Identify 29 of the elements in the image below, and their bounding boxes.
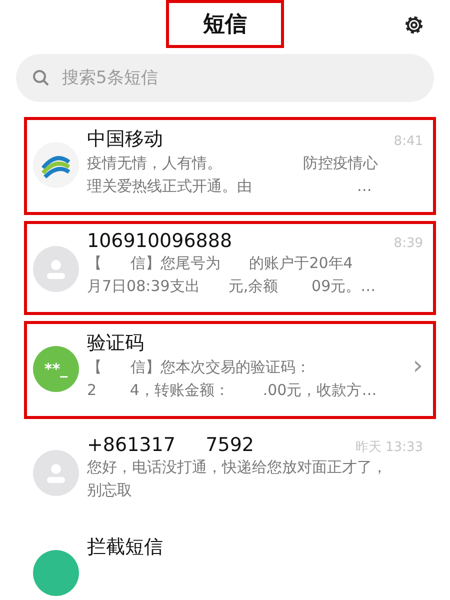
message-preview: 月7日08:39支出 元,余额 09元。… xyxy=(87,276,377,297)
message-preview: 2 4，转账金额： .00元，收款方… xyxy=(87,380,378,401)
person-avatar-icon xyxy=(33,450,79,496)
conversation-item[interactable]: 中国移动 8:41 疫情无情，人有情。 防控疫情心 理关爱热线正式开通。由 … xyxy=(24,117,436,215)
chevron: › xyxy=(412,351,423,381)
person-avatar-icon xyxy=(33,246,79,292)
search-icon xyxy=(32,69,50,87)
sender-name: +861317 7592 xyxy=(87,434,254,456)
logo-icon xyxy=(33,142,79,188)
conversation-item[interactable]: +861317 7592 昨天 13:33 您好，电话没打通，快递给您放对面正才了， 别忘取 xyxy=(24,425,436,519)
message-time: 8:41 xyxy=(394,134,423,149)
message-preview: 理关爱热线正式开通。由 … xyxy=(87,176,373,197)
message-preview: 疫情无情，人有情。 防控疫情心 xyxy=(87,153,380,174)
conversation-item[interactable]: **_ 验证码 【 信】您本次交易的验证码： 2 4，转账金额： .00元，收款方… › xyxy=(24,321,436,419)
sender-name: 中国移动 xyxy=(87,127,163,152)
sender-name: 106910096888 xyxy=(87,230,232,252)
conversation-item[interactable]: 106910096888 8:39 【 信】您尾号为 的账户于20年4 月7日08:39支出 元,余额 09元。… xyxy=(24,221,436,315)
message-time: 昨天 13:33 xyxy=(355,439,423,456)
message-time: 8:39 xyxy=(394,236,423,251)
message-preview: 别忘取 xyxy=(87,480,133,501)
page-title: 短信 xyxy=(166,0,284,48)
conversation-item[interactable]: 拦截短信 xyxy=(24,525,436,600)
sender-name: 验证码 xyxy=(87,331,144,356)
search-field[interactable]: 搜索5条短信 xyxy=(16,54,434,102)
message-preview: 【 信】您本次交易的验证码： xyxy=(87,357,312,378)
message-preview: 您好，电话没打通，快递给您放对面正才了， xyxy=(87,457,388,478)
code-avatar: **_ xyxy=(33,346,79,392)
sender-name: 拦截短信 xyxy=(87,535,163,560)
message-preview: 【 信】您尾号为 的账户于20年4 xyxy=(87,253,354,274)
